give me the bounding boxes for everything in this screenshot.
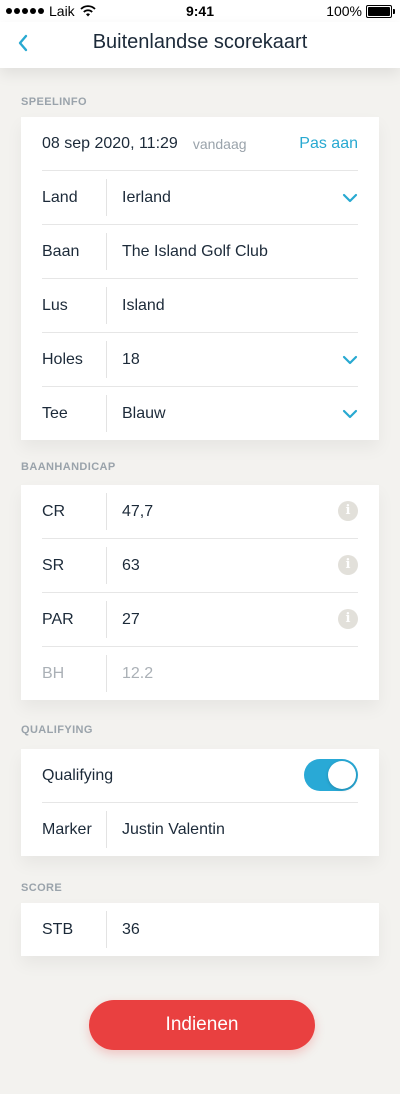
divider [106,811,107,848]
section-label-score: SCORE [21,882,63,894]
qualifying-toggle[interactable] [304,759,358,791]
bh-value: 12.2 [122,664,154,682]
land-value: Ierland [122,188,171,206]
par-value: 27 [122,610,140,628]
row-lus[interactable]: Lus Island [42,279,358,333]
row-label: Baan [42,242,80,260]
row-baan[interactable]: Baan The Island Golf Club [42,225,358,279]
row-label: Holes [42,350,83,368]
page-title: Buitenlandse scorekaart [92,31,308,53]
row-marker[interactable]: Marker Justin Valentin [42,803,358,856]
chevron-down-icon[interactable] [342,406,358,422]
lus-value: Island [122,296,165,314]
baan-value: The Island Golf Club [122,242,268,260]
info-icon[interactable]: i [338,555,358,575]
row-label: SR [42,556,65,574]
section-label-qualifying: QUALIFYING [21,724,93,736]
holes-value: 18 [122,350,140,368]
info-icon[interactable]: i [338,501,358,521]
tee-value: Blauw [122,404,166,422]
toggle-knob [328,761,356,789]
battery-percent: 100% [326,3,362,19]
card-qualifying: Qualifying Marker Justin Valentin [21,749,379,856]
today-label: vandaag [192,135,247,152]
row-tee[interactable]: Tee Blauw [42,387,358,440]
divider [106,179,107,216]
row-par: PAR 27 i [42,593,358,647]
row-label: Tee [42,404,68,422]
sr-value: 63 [122,556,140,574]
divider [106,601,107,638]
section-label-baanhandicap: BAANHANDICAP [21,461,116,473]
play-date: 08 sep 2020, 11:29 [42,134,178,152]
divider [106,911,107,948]
qualifying-label: Qualifying [42,766,114,784]
row-label: Land [42,188,78,206]
divider [106,655,107,692]
cr-value: 47,7 [122,502,154,520]
divider [106,493,107,530]
row-label: STB [42,920,74,938]
marker-value: Justin Valentin [122,820,225,838]
row-bh: BH 12.2 [42,647,358,700]
edit-date-link[interactable]: Pas aan [299,135,358,153]
date-row: 08 sep 2020, 11:29 vandaag Pas aan [42,117,358,171]
divider [106,341,107,378]
marker-label: Marker [42,820,92,838]
card-baanhandicap: CR 47,7 i SR 63 i PAR 27 i BH 12.2 [21,485,379,700]
row-cr: CR 47,7 i [42,485,358,539]
battery-icon [366,4,395,18]
row-label: BH [42,664,65,682]
chevron-down-icon[interactable] [342,352,358,368]
card-speelinfo: 08 sep 2020, 11:29 vandaag Pas aan Land … [21,117,379,440]
status-bar: Laik 9:41 100% [0,0,400,22]
section-label-speelinfo: SPEELINFO [21,96,87,108]
divider [106,233,107,270]
nav-bar: Buitenlandse scorekaart [0,22,400,68]
chevron-down-icon[interactable] [342,190,358,206]
card-score: STB 36 [21,903,379,956]
row-label: Lus [42,296,68,314]
divider [106,547,107,584]
row-qualifying: Qualifying [42,749,358,803]
stb-value: 36 [122,920,140,938]
divider [106,395,107,432]
row-sr: SR 63 i [42,539,358,593]
info-icon[interactable]: i [338,609,358,629]
row-holes[interactable]: Holes 18 [42,333,358,387]
divider [106,287,107,324]
row-label: CR [42,502,66,520]
submit-button[interactable]: Indienen [89,1000,315,1050]
row-stb[interactable]: STB 36 [42,903,358,956]
row-label: PAR [42,610,74,628]
row-land[interactable]: Land Ierland [42,171,358,225]
